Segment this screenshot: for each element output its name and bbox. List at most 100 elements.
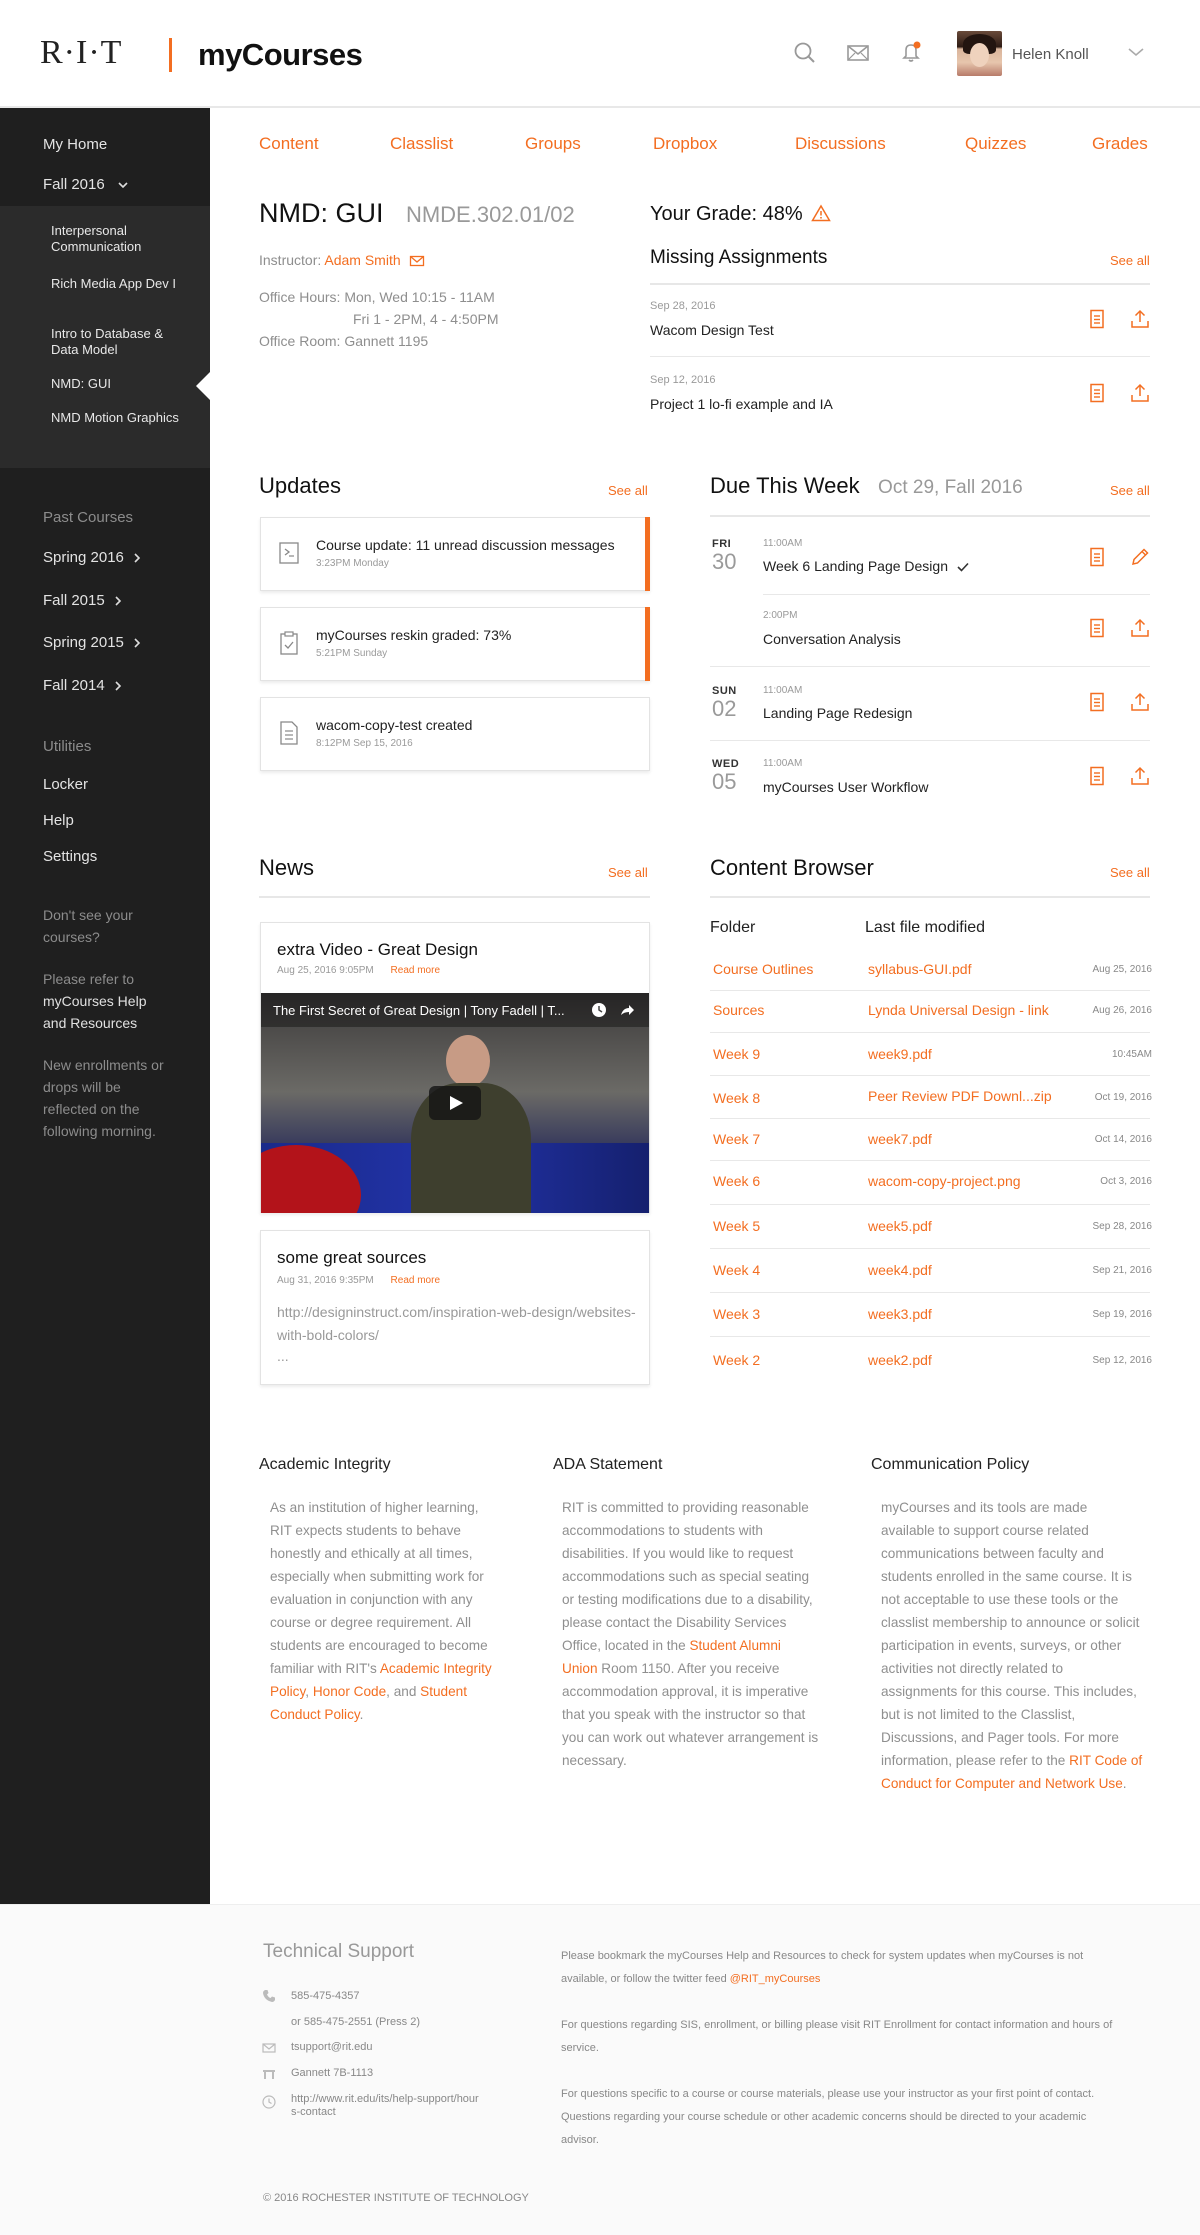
cb-file-link[interactable]: week4.pdf bbox=[868, 1262, 932, 1278]
missing-see-all-link[interactable]: See all bbox=[1110, 253, 1150, 268]
cb-file-link[interactable]: Peer Review PDF Downl...zip bbox=[868, 1088, 1052, 1104]
tab-quizzes[interactable]: Quizzes bbox=[965, 134, 1026, 154]
news-see-all-link[interactable]: See all bbox=[608, 865, 648, 880]
document-icon[interactable] bbox=[1086, 617, 1108, 639]
cb-folder-link[interactable]: Week 7 bbox=[713, 1131, 760, 1147]
cb-folder-link[interactable]: Week 5 bbox=[713, 1218, 760, 1234]
update-card[interactable]: Course update: 11 unread discussion mess… bbox=[260, 517, 650, 591]
sidebar-item-spring-2016[interactable]: Spring 2016 bbox=[43, 549, 142, 566]
avatar[interactable] bbox=[957, 31, 1002, 76]
tab-grades[interactable]: Grades bbox=[1092, 134, 1148, 154]
cb-folder-link[interactable]: Sources bbox=[713, 1002, 764, 1018]
due-item-title[interactable]: Conversation Analysis bbox=[763, 631, 901, 647]
sidebar-item-my-home[interactable]: My Home bbox=[43, 136, 107, 153]
pencil-icon[interactable] bbox=[1129, 546, 1151, 568]
cb-file-link[interactable]: Lynda Universal Design - link bbox=[868, 1002, 1049, 1018]
help-resources-link[interactable]: myCourses Help and Resources bbox=[43, 993, 146, 1031]
missing-item[interactable]: Sep 28, 2016 Wacom Design Test bbox=[650, 300, 774, 338]
upload-icon[interactable] bbox=[1129, 382, 1151, 404]
missing-item[interactable]: Sep 12, 2016 Project 1 lo-fi example and… bbox=[650, 374, 833, 412]
mail-icon[interactable] bbox=[845, 40, 871, 66]
academic-integrity-body: As an institution of higher learning, RI… bbox=[270, 1500, 488, 1676]
course-nmd-motion-graphics[interactable]: NMD Motion Graphics bbox=[51, 410, 191, 426]
update-time: 5:21PM Sunday bbox=[316, 648, 388, 659]
share-icon[interactable] bbox=[619, 1002, 635, 1018]
support-phone[interactable]: 585-475-4357 bbox=[291, 1985, 360, 2008]
cb-folder-link[interactable]: Week 9 bbox=[713, 1046, 760, 1062]
cb-file-link[interactable]: week7.pdf bbox=[868, 1131, 932, 1147]
tab-discussions[interactable]: Discussions bbox=[795, 134, 886, 154]
cb-folder-link[interactable]: Week 2 bbox=[713, 1352, 760, 1368]
due-item-title[interactable]: myCourses User Workflow bbox=[763, 779, 928, 795]
course-intro-to-database[interactable]: Intro to Database & Data Model bbox=[51, 326, 191, 358]
document-icon[interactable] bbox=[1086, 382, 1108, 404]
support-hours-link[interactable]: http://www.rit.edu/its/help-support/hour… bbox=[291, 2093, 481, 2119]
cb-folder-link[interactable]: Week 6 bbox=[713, 1173, 760, 1189]
honor-code-link[interactable]: Honor Code bbox=[313, 1684, 386, 1699]
course-interpersonal-communication[interactable]: Interpersonal Communication bbox=[51, 223, 191, 255]
document-icon[interactable] bbox=[1086, 308, 1108, 330]
cb-folder-link[interactable]: Course Outlines bbox=[713, 961, 813, 977]
cb-folder-link[interactable]: Week 8 bbox=[713, 1090, 760, 1106]
sidebar-item-locker[interactable]: Locker bbox=[43, 776, 88, 793]
news-item-title[interactable]: some great sources bbox=[277, 1248, 426, 1268]
instructor-link[interactable]: Adam Smith bbox=[324, 252, 400, 268]
document-icon[interactable] bbox=[1086, 765, 1108, 787]
tab-classlist[interactable]: Classlist bbox=[390, 134, 453, 154]
sidebar-item-fall-2015[interactable]: Fall 2015 bbox=[43, 592, 123, 609]
search-icon[interactable] bbox=[792, 40, 818, 66]
content-browser-see-all-link[interactable]: See all bbox=[1110, 865, 1150, 880]
current-courses-panel: Interpersonal Communication Rich Media A… bbox=[0, 206, 210, 468]
video-title[interactable]: The First Secret of Great Design | Tony … bbox=[273, 1003, 565, 1018]
user-name[interactable]: Helen Knoll bbox=[1012, 46, 1089, 63]
read-more-link[interactable]: Read more bbox=[391, 1275, 440, 1286]
upload-icon[interactable] bbox=[1129, 765, 1151, 787]
upload-icon[interactable] bbox=[1129, 308, 1151, 330]
document-icon[interactable] bbox=[1086, 546, 1108, 568]
cb-file-link[interactable]: wacom-copy-project.png bbox=[868, 1173, 1021, 1189]
tab-content[interactable]: Content bbox=[259, 134, 319, 154]
cb-file-link[interactable]: week3.pdf bbox=[868, 1306, 932, 1322]
clock-icon[interactable] bbox=[591, 1002, 607, 1018]
upload-icon[interactable] bbox=[1129, 617, 1151, 639]
due-item-title[interactable]: Landing Page Redesign bbox=[763, 705, 912, 721]
sidebar-item-help[interactable]: Help bbox=[43, 812, 74, 829]
read-more-link[interactable]: Read more bbox=[391, 965, 440, 976]
support-phone-alt[interactable]: or 585-475-2551 (Press 2) bbox=[291, 2011, 420, 2034]
cb-file-link[interactable]: week5.pdf bbox=[868, 1218, 932, 1234]
sidebar-item-settings[interactable]: Settings bbox=[43, 848, 97, 865]
mail-icon[interactable] bbox=[409, 255, 425, 267]
cb-file-link[interactable]: week2.pdf bbox=[868, 1352, 932, 1368]
chevron-down-icon[interactable] bbox=[1126, 44, 1152, 70]
sidebar-item-fall-2014[interactable]: Fall 2014 bbox=[43, 677, 123, 694]
due-item-title[interactable]: Week 6 Landing Page Design bbox=[763, 558, 970, 574]
document-icon[interactable] bbox=[1086, 691, 1108, 713]
site-name[interactable]: myCourses bbox=[198, 37, 363, 73]
cb-file-link[interactable]: week9.pdf bbox=[868, 1046, 932, 1062]
cb-file-link[interactable]: syllabus-GUI.pdf bbox=[868, 961, 971, 977]
cb-folder-link[interactable]: Week 3 bbox=[713, 1306, 760, 1322]
separator: , bbox=[305, 1684, 313, 1699]
play-button[interactable] bbox=[429, 1086, 481, 1120]
updates-see-all-link[interactable]: See all bbox=[608, 483, 648, 498]
twitter-link[interactable]: @RIT_myCourses bbox=[730, 1973, 821, 1985]
update-card[interactable]: wacom-copy-test created 8:12PM Sep 15, 2… bbox=[260, 697, 650, 771]
upload-icon[interactable] bbox=[1129, 691, 1151, 713]
tab-groups[interactable]: Groups bbox=[525, 134, 581, 154]
sidebar-item-term[interactable]: Fall 2016 bbox=[43, 176, 129, 193]
sidebar-item-spring-2015[interactable]: Spring 2015 bbox=[43, 634, 142, 651]
video-player[interactable]: The First Secret of Great Design | Tony … bbox=[261, 993, 649, 1213]
tab-dropbox[interactable]: Dropbox bbox=[653, 134, 717, 154]
cb-folder-link[interactable]: Week 4 bbox=[713, 1262, 760, 1278]
course-title: NMD: GUI bbox=[259, 198, 384, 228]
office-hours: Office Hours: Mon, Wed 10:15 - 11AM Fri … bbox=[259, 286, 498, 352]
notification-bell-icon[interactable] bbox=[898, 40, 924, 66]
course-nmd-gui-active[interactable]: NMD: GUI bbox=[51, 376, 191, 392]
rit-logo[interactable]: R·I·T bbox=[40, 34, 122, 72]
due-see-all-link[interactable]: See all bbox=[1110, 483, 1150, 498]
office-hours-2: Fri 1 - 2PM, 4 - 4:50PM bbox=[353, 311, 499, 327]
news-item-title[interactable]: extra Video - Great Design bbox=[277, 940, 478, 960]
support-email-link[interactable]: tsupport@rit.edu bbox=[291, 2036, 373, 2059]
course-rich-media-app-dev[interactable]: Rich Media App Dev I bbox=[51, 276, 191, 292]
update-card[interactable]: myCourses reskin graded: 73% 5:21PM Sund… bbox=[260, 607, 650, 681]
